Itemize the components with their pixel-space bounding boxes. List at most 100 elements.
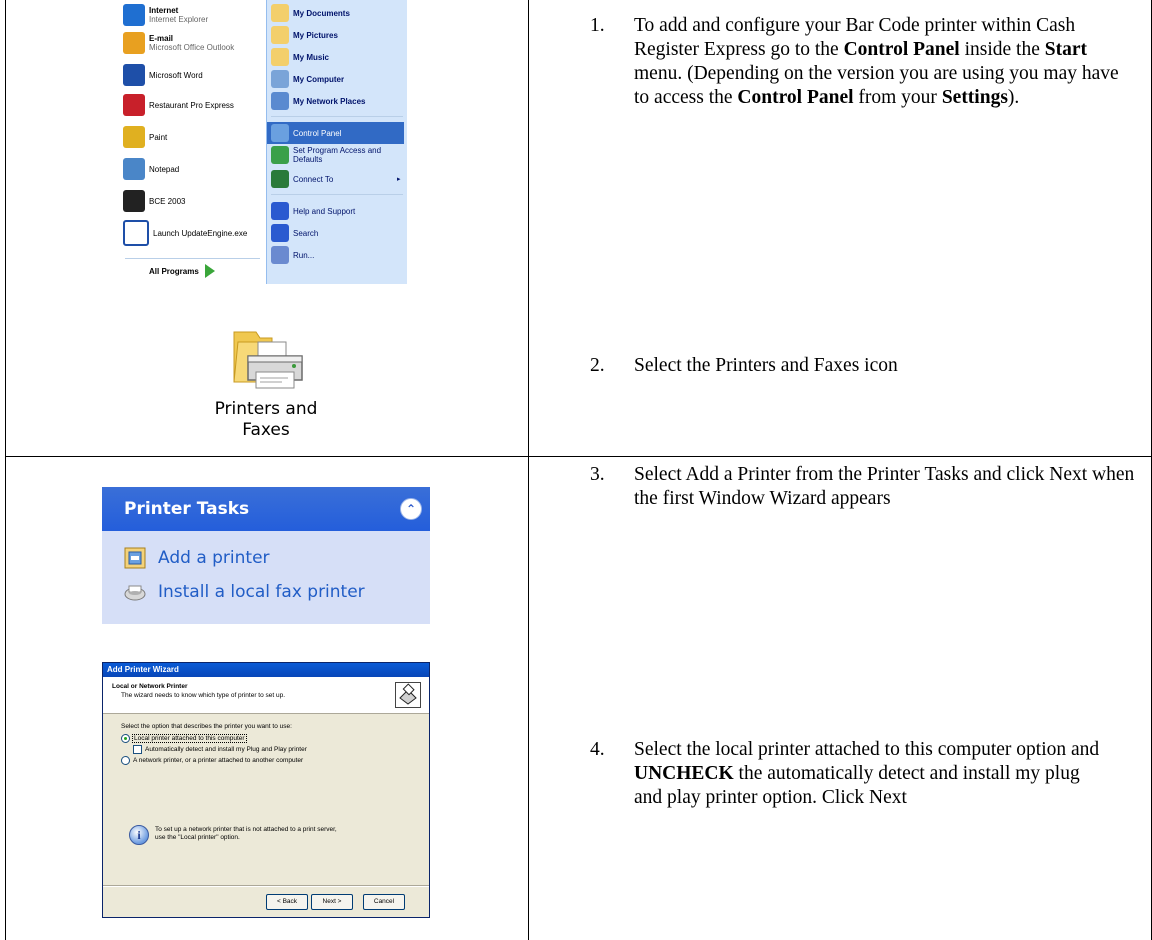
add-printer-wizard: Add Printer Wizard Local or Network Prin… xyxy=(102,662,430,918)
checkbox-unchecked-icon xyxy=(133,745,142,754)
start-menu-place-label: Search xyxy=(293,228,319,238)
network-printer-option-label: A network printer, or a printer attached… xyxy=(133,757,304,764)
printers-and-faxes-label: Printers and Faxes xyxy=(196,399,336,441)
table-row-divider xyxy=(5,456,1152,457)
step-1-text: To add and configure your Bar Code print… xyxy=(634,14,1134,110)
add-a-printer-label: Add a printer xyxy=(158,548,270,568)
add-printer-icon xyxy=(124,547,146,569)
start-menu-item-paint[interactable]: Paint xyxy=(123,124,167,150)
start-menu-place-my-pictures[interactable]: My Pictures xyxy=(271,24,338,46)
folder-icon xyxy=(271,26,289,44)
text-run: Select the local printer attached to thi… xyxy=(634,739,1100,760)
notepad-icon xyxy=(123,158,145,180)
install-local-fax-printer-label: Install a local fax printer xyxy=(158,582,365,602)
printers-and-faxes-label-line1: Printers and xyxy=(214,399,318,419)
start-menu-place-my-computer[interactable]: My Computer xyxy=(271,68,344,90)
wizard-subheading: The wizard needs to know which type of p… xyxy=(121,692,286,699)
step-2-number: 2. xyxy=(590,355,605,376)
all-programs-button[interactable]: All Programs xyxy=(149,264,215,278)
start-menu-item-internet-explorer[interactable]: Internet Internet Explorer xyxy=(123,2,208,28)
collapse-icon[interactable]: ⌃ xyxy=(400,498,422,520)
info-icon: i xyxy=(129,825,149,845)
start-menu-place-connect-to[interactable]: Connect To ▸ xyxy=(271,168,401,190)
auto-detect-checkbox[interactable]: Automatically detect and install my Plug… xyxy=(133,745,307,754)
start-menu-places-list: My Documents My Pictures My Music My Comput… xyxy=(266,0,407,284)
bold-text-run: Start xyxy=(1044,39,1087,60)
start-menu-item-label: Microsoft Word xyxy=(149,70,203,80)
start-menu-item-notepad[interactable]: Notepad xyxy=(123,156,179,182)
bold-text-run: Settings xyxy=(941,87,1008,108)
step-3-text: Select Add a Printer from the Printer Ta… xyxy=(634,463,1142,511)
local-printer-radio[interactable]: Local printer attached to this computer xyxy=(121,734,247,743)
computer-icon xyxy=(271,70,289,88)
install-local-fax-printer-link[interactable]: Install a local fax printer xyxy=(124,581,365,603)
start-menu-item-label: BCE 2003 xyxy=(149,196,186,206)
start-menu-place-label: My Documents xyxy=(293,8,350,18)
run-icon xyxy=(271,246,289,264)
cancel-button[interactable]: Cancel xyxy=(363,894,405,910)
wizard-header: Local or Network Printer The wizard need… xyxy=(103,677,429,714)
text-run: from your xyxy=(853,87,942,108)
control-panel-icon xyxy=(271,124,289,142)
start-menu-item-barcode[interactable]: BCE 2003 xyxy=(123,188,185,214)
network-icon xyxy=(271,92,289,110)
printers-and-faxes-label-line2: Faxes xyxy=(242,420,290,440)
start-menu-place-my-documents[interactable]: My Documents xyxy=(271,2,350,24)
back-button[interactable]: < Back xyxy=(266,894,308,910)
start-menu-separator xyxy=(271,116,403,117)
printer-tasks-header[interactable]: Printer Tasks ⌃ xyxy=(102,487,430,531)
start-menu-place-run[interactable]: Run... xyxy=(271,244,314,266)
start-menu-place-label: Connect To xyxy=(293,174,334,184)
word-icon xyxy=(123,64,145,86)
start-menu-item-word[interactable]: Microsoft Word xyxy=(123,62,203,88)
next-button[interactable]: Next > xyxy=(311,894,353,910)
start-menu-place-label: My Pictures xyxy=(293,30,338,40)
start-menu-place-label: My Computer xyxy=(293,74,345,84)
start-menu-place-help-and-support[interactable]: Help and Support xyxy=(271,200,355,222)
search-icon xyxy=(271,224,289,242)
start-menu-place-label: Help and Support xyxy=(293,206,356,216)
bold-text-run: UNCHECK xyxy=(634,763,734,784)
bold-text-run: Control Panel xyxy=(843,39,960,60)
wizard-heading: Local or Network Printer xyxy=(112,683,188,690)
info-text-line1: To set up a network printer that is not … xyxy=(155,826,337,833)
table-column-divider xyxy=(528,0,529,940)
start-menu-item-restaurant-pro[interactable]: Restaurant Pro Express xyxy=(123,92,234,118)
wizard-prompt: Select the option that describes the pri… xyxy=(121,723,292,730)
text-run: Select the Printers and Faxes icon xyxy=(634,355,898,376)
start-menu-screenshot: Internet Internet Explorer E-mail Microsoft… xyxy=(119,0,407,284)
start-menu-place-control-panel[interactable]: Control Panel xyxy=(267,122,404,144)
paint-icon xyxy=(123,126,145,148)
folder-icon xyxy=(271,48,289,66)
step-4-number: 4. xyxy=(590,739,605,760)
start-menu-item-window[interactable]: Launch UpdateEngine.exe xyxy=(123,220,247,246)
table-border-left xyxy=(5,0,6,940)
start-menu-item-outlook[interactable]: E-mail Microsoft Office Outlook xyxy=(123,30,234,56)
start-menu-item-sublabel: Internet Explorer xyxy=(149,15,209,24)
add-a-printer-link[interactable]: Add a printer xyxy=(124,547,270,569)
network-printer-radio[interactable]: A network printer, or a printer attached… xyxy=(121,756,303,765)
step-1-number: 1. xyxy=(590,15,605,36)
printers-and-faxes-icon xyxy=(232,322,304,394)
start-menu-place-search[interactable]: Search xyxy=(271,222,318,244)
start-menu-place-set-program-access-and-defaults[interactable]: Set Program Access and Defaults xyxy=(271,144,407,166)
start-menu-item-label: E-mail xyxy=(149,34,174,43)
outlook-icon xyxy=(123,32,145,54)
text-run: Select Add a Printer from the Printer Ta… xyxy=(634,464,1135,509)
internet-explorer-icon xyxy=(123,4,145,26)
submenu-arrow-icon: ▸ xyxy=(397,176,401,183)
fax-printer-icon xyxy=(124,581,146,603)
start-menu-place-label: My Network Places xyxy=(293,96,366,106)
green-arrow-icon xyxy=(204,264,215,278)
local-printer-option-label: Local printer attached to this computer xyxy=(132,734,247,743)
start-menu-place-my-music[interactable]: My Music xyxy=(271,46,329,68)
info-text-line2: use the "Local printer" option. xyxy=(155,834,240,841)
start-menu-place-label: Control Panel xyxy=(293,128,342,138)
start-menu-place-label: Set Program Access and Defaults xyxy=(293,146,382,164)
start-menu-place-my-network-places[interactable]: My Network Places xyxy=(271,90,365,112)
window-icon xyxy=(123,220,149,246)
start-menu-item-label: Notepad xyxy=(149,164,180,174)
bold-text-run: Control Panel xyxy=(737,87,854,108)
start-menu-item-sublabel: Microsoft Office Outlook xyxy=(149,43,235,52)
start-menu-separator xyxy=(125,258,260,259)
